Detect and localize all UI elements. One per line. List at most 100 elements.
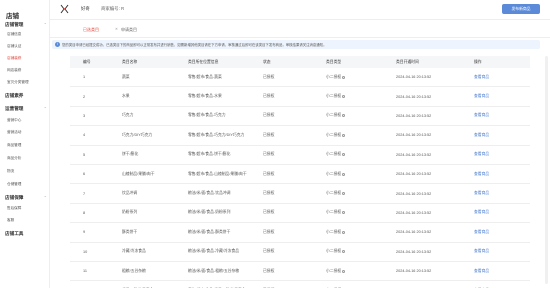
sidebar-item-marketing-center[interactable]: 营销中心: [7, 116, 47, 124]
table-row: 9 酥类饼干 粮油/米/面/食品-酥类饼干 已授权 小二授权 2024-04-16 20:…: [70, 223, 530, 243]
view-products-link[interactable]: 查看商品: [474, 146, 489, 164]
row-category-type-text: 小二授权: [326, 171, 342, 176]
row-open-time: 2024-04-16 20:13:52: [396, 184, 431, 202]
info-notice: i 您的类目申请已经提交成功，已选类目下的商品即可以正常发布并进行销售，如需新增…: [52, 40, 540, 49]
chevron-up-icon: ⌃: [43, 106, 47, 111]
category-table: 编号 类目名称 类目所在位置信息 状态 类目类型 类目开通时间 操作 1 蔬菜 零售…: [70, 56, 530, 288]
scrollbar[interactable]: [545, 56, 548, 284]
row-status-text: 已授权: [263, 191, 275, 196]
view-products-link-text[interactable]: 查看商品: [474, 94, 489, 99]
view-products-link-text[interactable]: 查看商品: [474, 249, 489, 254]
sidebar-item-shop-decoration[interactable]: 店铺装修: [7, 54, 47, 62]
row-status-text: 已授权: [263, 268, 275, 273]
row-category-name-text: 山楂制品/果脯/肉干: [122, 171, 155, 176]
notice-text: 您的类目申请已经提交成功，已选类目下的商品即可以正常发布并进行销售，如需新增其他…: [62, 43, 327, 47]
view-products-link[interactable]: 查看商品: [474, 262, 489, 280]
sidebar-item-online-decoration[interactable]: 网店装修: [7, 66, 47, 74]
sidebar-group-shop-tools[interactable]: 店铺工具: [5, 229, 47, 238]
row-category-path-text: 粮油/米/面/食品-饮品冲调: [188, 191, 231, 196]
row-category-name: 坚果炒货/糖果零食: [122, 281, 180, 288]
view-products-link[interactable]: 查看商品: [474, 281, 489, 288]
sidebar-item-logistics[interactable]: 物流: [7, 167, 47, 175]
view-products-link-text[interactable]: 查看商品: [474, 133, 489, 138]
chevron-up-icon: ⌃: [43, 195, 47, 200]
row-number-text: 10: [83, 249, 88, 254]
sidebar-group-shop-management[interactable]: 店铺管理 ⌃: [5, 20, 47, 29]
row-category-name: 水果: [122, 87, 180, 105]
breadcrumb-selected-category[interactable]: 已选类目: [83, 27, 99, 33]
row-number: 4: [83, 126, 85, 144]
row-category-name-text: 巧克力: [122, 113, 134, 118]
row-status-text: 已授权: [263, 113, 275, 118]
help-icon[interactable]: [342, 250, 346, 254]
table-row: 10 冷藏/冷冻食品 粮油/米/面/食品-冷藏/冷冻食品 已授权 小二授权 2024-04…: [70, 243, 530, 262]
view-products-link[interactable]: 查看商品: [474, 87, 489, 105]
row-category-type: 小二授权: [326, 243, 346, 261]
row-category-name-text: 冷藏/冷冻食品: [122, 249, 146, 254]
view-products-link-text[interactable]: 查看商品: [474, 210, 489, 215]
view-products-link[interactable]: 查看商品: [474, 68, 489, 86]
table-row: 11 粗粮/五谷杂粮 粮油/米/面/食品-粗粮/五谷杂粮 已授权 小二授权 2024-04…: [70, 262, 530, 282]
sidebar-item-shop-certification[interactable]: 店铺认证: [7, 42, 47, 50]
view-products-link[interactable]: 查看商品: [474, 184, 489, 202]
view-products-link-text[interactable]: 查看商品: [474, 191, 489, 196]
view-products-link-text[interactable]: 查看商品: [474, 113, 489, 118]
row-category-name: 巧克力/DIY巧克力: [122, 126, 180, 144]
table-row: 1 蔬菜 零售/超市/食品-蔬菜 已授权 小二授权 2024-04-16 20:13:52…: [70, 68, 530, 88]
sidebar-item-warehouse[interactable]: 仓储管理: [7, 180, 47, 188]
view-products-link-text[interactable]: 查看商品: [474, 75, 489, 80]
sidebar-item-shop-info[interactable]: 店铺信息: [7, 30, 47, 38]
help-icon[interactable]: [342, 114, 346, 118]
row-category-name-text: 酥类饼干: [122, 229, 138, 234]
view-products-link-text[interactable]: 查看商品: [474, 152, 489, 157]
help-icon[interactable]: [342, 133, 346, 137]
sidebar-item-category-management[interactable]: 宝贝分类管理: [7, 78, 47, 86]
row-category-name-text: 水果: [122, 94, 130, 99]
sidebar-item-marketing-activity[interactable]: 营销活动: [7, 128, 47, 136]
row-number-text: 6: [83, 172, 86, 177]
row-status-text: 已授权: [263, 74, 275, 79]
sidebar-group-label: 店铺管理: [5, 21, 24, 27]
row-number-text: 2: [83, 94, 86, 99]
view-products-link-text[interactable]: 查看商品: [474, 269, 489, 274]
help-icon[interactable]: [342, 75, 346, 79]
view-products-link[interactable]: 查看商品: [474, 107, 489, 125]
breadcrumb-current[interactable]: 申请类目: [121, 27, 137, 33]
view-products-link[interactable]: 查看商品: [474, 223, 489, 241]
publish-product-button[interactable]: 发布新商品: [502, 4, 540, 14]
row-number-text: 7: [83, 191, 86, 196]
sidebar-group-shop-literacy[interactable]: 店铺素养: [5, 91, 47, 100]
view-products-link-text[interactable]: 查看商品: [474, 172, 489, 177]
row-open-time-text: 2024-04-16 20:13:52: [396, 133, 432, 138]
sidebar-item-customer-service[interactable]: 客服: [7, 216, 47, 224]
row-open-time-text: 2024-04-16 20:13:52: [396, 230, 432, 235]
help-icon[interactable]: [342, 269, 346, 273]
help-icon[interactable]: [342, 230, 346, 234]
help-icon[interactable]: [342, 153, 346, 157]
close-icon[interactable]: ✕: [115, 27, 118, 31]
sidebar-item-after-sales[interactable]: 售后保障: [7, 204, 47, 212]
view-products-link[interactable]: 查看商品: [474, 126, 489, 144]
view-products-link-text[interactable]: 查看商品: [474, 230, 489, 235]
row-category-type-text: 小二授权: [326, 94, 342, 99]
row-category-type-text: 小二授权: [326, 229, 342, 234]
view-products-link[interactable]: 查看商品: [474, 243, 489, 261]
row-number: 11: [83, 262, 87, 280]
help-icon[interactable]: [342, 95, 346, 99]
row-open-time: 2024-04-16 20:13:52: [396, 165, 431, 183]
table-row: 12 坚果炒货/糖果零食 零售/超市/食品-坚果炒货/糖果零食 已授权 小二授权 2024…: [70, 281, 530, 288]
view-products-link[interactable]: 查看商品: [474, 204, 489, 222]
help-icon[interactable]: [342, 192, 346, 196]
header-category-path: 类目所在位置信息: [188, 60, 219, 64]
sidebar-group-operations[interactable]: 运营管理 ⌃: [5, 104, 47, 113]
row-category-name-text: 饼干/膨化: [122, 152, 139, 157]
row-category-type-text: 小二授权: [326, 268, 342, 273]
help-icon[interactable]: [342, 172, 346, 176]
sidebar-group-shop-guarantee[interactable]: 店铺保障 ⌃: [5, 193, 47, 202]
row-category-type: 小二授权: [326, 281, 345, 288]
row-number-text: 1: [83, 75, 86, 80]
sidebar-item-product-analysis[interactable]: 商品分析: [7, 154, 47, 162]
sidebar-item-product-management[interactable]: 商品管理: [7, 141, 47, 149]
view-products-link[interactable]: 查看商品: [474, 165, 489, 183]
help-icon[interactable]: [342, 211, 346, 215]
